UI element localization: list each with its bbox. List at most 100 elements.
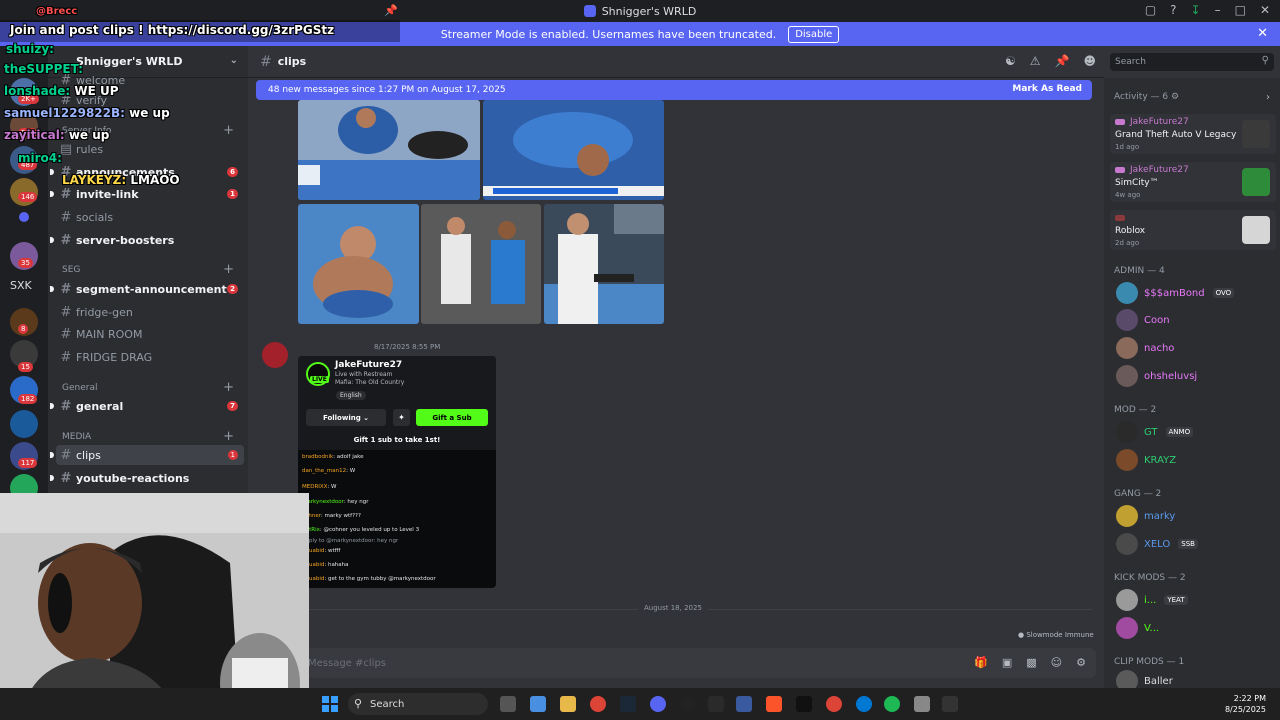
channel-rules[interactable]: ▤ rules: [56, 139, 244, 159]
steam-icon[interactable]: [620, 696, 636, 712]
close-window-button[interactable]: ✕: [1260, 3, 1270, 17]
following-button[interactable]: Following ⌄: [306, 409, 386, 426]
image-attachment[interactable]: [298, 100, 480, 200]
search-input[interactable]: Search ⚲: [1110, 53, 1274, 71]
member-row[interactable]: Coon: [1116, 309, 1170, 331]
close-banner-icon[interactable]: ✕: [1257, 26, 1268, 41]
channel-fridge-drag[interactable]: # FRIDGE DRAG: [56, 347, 244, 367]
channel-fridge-gen[interactable]: # fridge-gen: [56, 302, 244, 322]
inbox-icon[interactable]: ▢: [1145, 3, 1156, 17]
help-icon[interactable]: ?: [1170, 3, 1176, 17]
terminal-icon[interactable]: [942, 696, 958, 712]
channel-invite-link[interactable]: # invite-link 1: [50, 184, 244, 204]
overlay-chat-line: lonshade: WE UP: [4, 84, 119, 98]
app-icon[interactable]: [708, 696, 724, 712]
image-attachment[interactable]: [483, 100, 664, 200]
member-row[interactable]: $$$amBond OVO: [1116, 282, 1235, 304]
server-icon[interactable]: [10, 410, 38, 438]
edge-icon[interactable]: [856, 696, 872, 712]
chevron-down-icon[interactable]: ⌄: [230, 55, 238, 66]
channel-segment-announcement[interactable]: # segment-announcement 2: [50, 279, 244, 299]
category-seg[interactable]: SEG +: [62, 262, 242, 277]
discord-icon[interactable]: [650, 696, 666, 712]
add-channel-icon[interactable]: +: [223, 429, 234, 444]
brave-icon[interactable]: [766, 696, 782, 712]
task-view-icon[interactable]: [500, 696, 516, 712]
app-icon[interactable]: [796, 696, 812, 712]
chat-text: wtfff: [327, 548, 341, 554]
copilot-icon[interactable]: [530, 696, 546, 712]
channel-server-boosters[interactable]: # server-boosters: [50, 230, 244, 250]
channel-clips[interactable]: # clips 1: [50, 445, 244, 465]
download-icon[interactable]: ↧: [1191, 3, 1201, 17]
server-name: Shnigger's WRLD: [76, 55, 183, 68]
member-row[interactable]: V...: [1116, 617, 1159, 639]
category-general[interactable]: General +: [62, 380, 242, 395]
member-row[interactable]: XELO SSB: [1116, 533, 1198, 555]
notify-icon[interactable]: ✦: [393, 409, 410, 426]
image-attachment[interactable]: [298, 204, 419, 324]
file-explorer-icon[interactable]: [560, 696, 576, 712]
apps-icon[interactable]: ⚙: [1076, 656, 1086, 669]
member-row[interactable]: i... YEAT: [1116, 589, 1188, 611]
sticker-icon[interactable]: ▩: [1026, 656, 1036, 669]
chevron-right-icon[interactable]: ›: [1266, 92, 1270, 103]
spotify-icon[interactable]: [884, 696, 900, 712]
image-attachment[interactable]: [544, 204, 664, 324]
add-channel-icon[interactable]: +: [223, 123, 234, 138]
kick-stream-embed[interactable]: LIVE JakeFuture27 Live with Restream Maf…: [298, 356, 496, 588]
chrome-icon[interactable]: [590, 696, 606, 712]
threads-icon[interactable]: ☯: [1005, 54, 1016, 68]
add-channel-icon[interactable]: +: [223, 380, 234, 395]
unread-indicator: [50, 286, 54, 292]
gift-icon[interactable]: 🎁: [974, 656, 988, 669]
game-art: [1242, 168, 1270, 196]
add-channel-icon[interactable]: +: [223, 262, 234, 277]
channel-main-room[interactable]: # MAIN ROOM: [56, 324, 244, 344]
member-row[interactable]: GT ANMO: [1116, 421, 1194, 443]
member-row[interactable]: marky: [1116, 505, 1175, 527]
image-thumbnail: [421, 204, 541, 324]
disable-streamer-mode-button[interactable]: Disable: [788, 25, 840, 43]
gift-sub-button[interactable]: Gift a Sub: [416, 409, 488, 426]
member-list-icon[interactable]: ☻: [1083, 54, 1096, 68]
gif-icon[interactable]: ▣: [1002, 656, 1012, 669]
activity-header[interactable]: Activity — 6 ⚙: [1114, 92, 1179, 102]
chat-text: W: [349, 468, 356, 474]
emoji-icon[interactable]: ☺: [1051, 656, 1062, 669]
member-row[interactable]: ohsheluvsj: [1116, 365, 1197, 387]
obs-icon[interactable]: [680, 696, 696, 712]
channel-general[interactable]: # general 7: [50, 396, 244, 416]
mark-as-read-button[interactable]: Mark As Read: [1012, 84, 1082, 94]
windows-start-icon[interactable]: [322, 696, 338, 712]
settings-icon[interactable]: [914, 696, 930, 712]
pinned-messages-icon[interactable]: 📌: [1055, 54, 1070, 68]
category-media[interactable]: MEDIA +: [62, 429, 242, 444]
system-clock[interactable]: 2:22 PM 8/25/2025: [1225, 693, 1266, 715]
activity-card[interactable]: Roblox 2d ago: [1110, 210, 1276, 250]
activity-card[interactable]: JakeFuture27 SimCity™ 4w ago: [1110, 162, 1276, 202]
image-attachment[interactable]: [421, 204, 541, 324]
app-icon[interactable]: [736, 696, 752, 712]
member-row[interactable]: nacho: [1116, 337, 1174, 359]
pin-icon[interactable]: 📌: [384, 4, 398, 17]
server-text-sxk[interactable]: SXK: [10, 279, 32, 292]
taskbar-search[interactable]: ⚲ Search: [348, 693, 488, 715]
notification-bell-icon[interactable]: ⚠: [1030, 54, 1041, 68]
channel-socials[interactable]: # socials: [56, 207, 244, 227]
image-thumbnail: [483, 100, 664, 200]
member-name: Baller: [1144, 675, 1173, 687]
chrome-icon[interactable]: [826, 696, 842, 712]
member-row[interactable]: KRAYZ: [1116, 449, 1176, 471]
avatar[interactable]: [262, 342, 288, 368]
activity-card[interactable]: JakeFuture27 Grand Theft Auto V Legacy 1…: [1110, 114, 1276, 154]
maximize-button[interactable]: □: [1235, 3, 1246, 17]
channel-youtube-reactions[interactable]: # youtube-reactions: [50, 468, 244, 488]
new-messages-bar[interactable]: 48 new messages since 1:27 PM on August …: [256, 80, 1092, 100]
message-input[interactable]: Message #clips 🎁 ▣ ▩ ☺ ⚙: [300, 648, 1096, 678]
mention-badge: 7: [227, 401, 238, 411]
member-name: KRAYZ: [1144, 454, 1177, 466]
folder-icon[interactable]: [19, 212, 29, 222]
minimize-button[interactable]: –: [1215, 3, 1221, 17]
gift-promo-text: Gift 1 sub to take 1st!: [353, 436, 441, 444]
